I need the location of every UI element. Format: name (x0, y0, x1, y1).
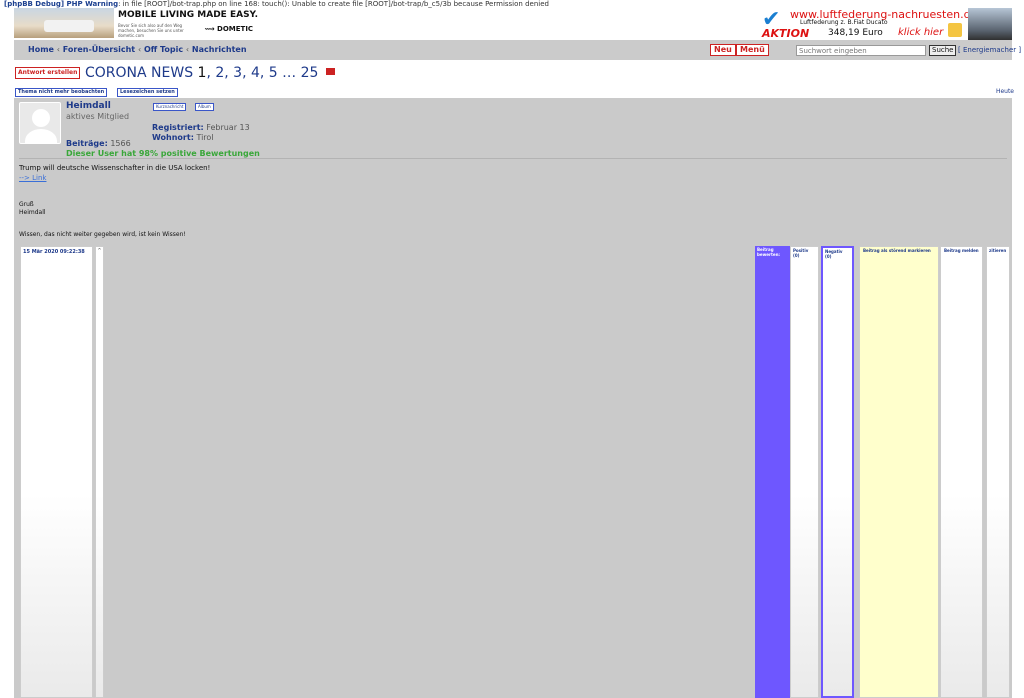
user-rating: Dieser User hat 98% positive Bewertungen (66, 149, 260, 158)
registered: Registriert: Februar 13 (152, 123, 250, 132)
post-greeting: Gruß Heimdall (19, 201, 46, 216)
energiemacher-link[interactable]: [ Energiemacher ] (958, 46, 1021, 54)
ad-subtitle: Bevor Sie sich also auf den Weg machen, … (118, 23, 184, 38)
signature: Wissen, das nicht weiter gegeben wird, i… (19, 231, 186, 238)
thread-title: CORONA NEWS 1, 2, 3, 4, 5 … 25 (85, 65, 335, 81)
post-profile: Heimdall aktives Mitglied Kurznachricht … (19, 100, 409, 158)
php-debug-warning: [phpBB Debug] PHP Warning: in file [ROOT… (4, 0, 549, 8)
breadcrumb: Home ‹ Foren-Übersicht ‹ Off Topic ‹ Nac… (28, 45, 247, 54)
search-input[interactable] (796, 45, 926, 56)
post-count: Beiträge: 1566 (66, 139, 131, 148)
ad-price: 348,19 Euro (828, 28, 883, 38)
ad-banner: MOBILE LIVING MADE EASY. Bevor Sie sich … (14, 8, 1012, 40)
ad-klick-link[interactable]: klick hier (898, 27, 943, 38)
post-date-box: 15 Mär 2020 09:22:38 (20, 246, 93, 698)
badge-icon (948, 23, 962, 37)
crumb-news[interactable]: Nachrichten (192, 45, 247, 54)
new-posts-icon[interactable] (325, 68, 335, 75)
post: Heimdall aktives Mitglied Kurznachricht … (14, 98, 1012, 698)
post-body: Trump will deutsche Wissenschafter in di… (19, 164, 210, 182)
divider (19, 158, 1007, 159)
negative-rating-button[interactable]: Negativ (0) (821, 246, 854, 698)
post-link[interactable]: --> Link (19, 174, 210, 182)
menu-button[interactable]: Menü (736, 44, 769, 56)
pm-button[interactable]: Kurznachricht (153, 103, 187, 111)
page-links[interactable]: , 2, 3, 4, 5 … 25 (206, 65, 318, 81)
thread-title-text[interactable]: CORONA NEWS (85, 65, 193, 81)
today-label: Heute (995, 88, 1014, 95)
ad-aktion: AKTION (762, 27, 810, 40)
ad-title: MOBILE LIVING MADE EASY. (118, 10, 258, 20)
ad-line: Luftfederung z. B.Fiat Ducato (800, 19, 888, 26)
scroll-top-button[interactable]: ^ (95, 246, 104, 698)
avatar[interactable] (19, 102, 61, 144)
report-button[interactable]: Beitrag melden (940, 246, 983, 698)
vehicle-image (968, 8, 1012, 40)
quote-button[interactable]: zitieren (986, 246, 1010, 698)
dometic-ad[interactable]: MOBILE LIVING MADE EASY. Bevor Sie sich … (14, 8, 274, 40)
search-button[interactable]: Suche (929, 45, 957, 56)
crumb-off-topic[interactable]: Off Topic (144, 45, 183, 54)
location: Wohnort: Tirol (152, 133, 214, 142)
username[interactable]: Heimdall (66, 101, 111, 111)
positive-rating-button[interactable]: Positiv (0) (790, 246, 819, 698)
new-button[interactable]: Neu (710, 44, 736, 56)
crumb-home[interactable]: Home (28, 45, 54, 54)
user-rank: aktives Mitglied (66, 112, 130, 121)
nav-bar: Home ‹ Foren-Übersicht ‹ Off Topic ‹ Nac… (14, 40, 1021, 60)
album-button[interactable]: Album (195, 103, 214, 111)
rate-post-label: Beitrag bewerten: (755, 246, 790, 698)
luftfederung-ad[interactable]: ✔ www.luftfederung-nachruesten.de Luftfe… (762, 8, 1012, 40)
camper-image (14, 8, 114, 38)
post-date[interactable]: 15 Mär 2020 09:22:38 (21, 247, 92, 255)
reply-button[interactable]: Antwort erstellen (15, 67, 81, 79)
mark-disturbing-button[interactable]: Beitrag als störend markieren (859, 246, 939, 698)
dometic-logo: ⟿ DOMETIC (204, 25, 254, 33)
unwatch-topic-button[interactable]: Thema nicht mehr beobachten (15, 88, 108, 97)
post-text: Trump will deutsche Wissenschafter in di… (19, 164, 211, 172)
bookmark-button[interactable]: Lesezeichen setzen (117, 88, 178, 97)
crumb-forum-index[interactable]: Foren-Übersicht (63, 45, 135, 54)
